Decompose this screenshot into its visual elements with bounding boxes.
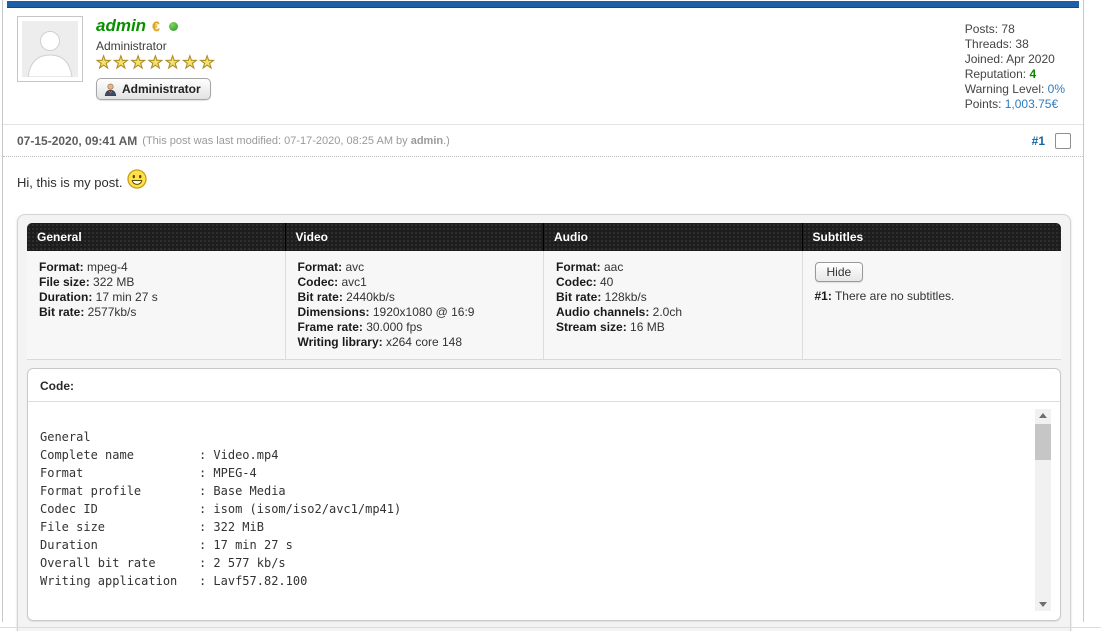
codeblock-body: General Complete name : Video.mp4 Format…: [28, 402, 1060, 620]
coin-euro-icon: €: [152, 16, 160, 36]
username-link[interactable]: admin: [96, 16, 146, 36]
online-status-icon: [169, 22, 178, 31]
mediainfo-row: #1: There are no subtitles.: [815, 289, 1050, 304]
post-select-checkbox[interactable]: [1055, 133, 1071, 149]
mediainfo-cell-audio: Format: aacCodec: 40Bit rate: 128kb/sAud…: [544, 251, 803, 360]
mediainfo-row: Duration: 17 min 27 s: [39, 290, 273, 305]
mediainfo-row: Audio channels: 2.0ch: [556, 305, 790, 320]
codeblock: Code: General Complete name : Video.mp4 …: [27, 368, 1061, 621]
author-stat: Posts: 78: [965, 22, 1065, 37]
mediainfo-cell-video: Format: avcCodec: avc1Bit rate: 2440kb/s…: [286, 251, 545, 360]
author-stat: Joined: Apr 2020: [965, 52, 1065, 67]
mediainfo-cell-subtitles: Hide #1: There are no subtitles.: [803, 251, 1062, 360]
mediainfo-row: Stream size: 16 MB: [556, 320, 790, 335]
mediainfo-row: Format: aac: [556, 260, 790, 275]
post-number-link[interactable]: #1: [1032, 134, 1045, 148]
scroll-up-icon[interactable]: [1035, 409, 1051, 422]
mediainfo-row: Codec: avc1: [298, 275, 532, 290]
code-scrollbar[interactable]: [1035, 409, 1051, 611]
author-stat: Points: 1,003.75€: [965, 97, 1065, 112]
mediainfo-row: Writing library: x264 core 148: [298, 335, 532, 350]
post-author-panel: admin € Administrator ★★★★★★★ Administra…: [3, 8, 1083, 125]
forum-post: admin € Administrator ★★★★★★★ Administra…: [2, 0, 1084, 622]
post-modified-note: (This post was last modified: 07-17-2020…: [142, 135, 450, 147]
mediainfo-cell-general: Format: mpeg-4File size: 322 MBDuration:…: [27, 251, 286, 360]
mediainfo-row: Format: avc: [298, 260, 532, 275]
group-badge: Administrator: [96, 78, 211, 100]
star-icon: ★: [165, 53, 182, 72]
group-badge-label: Administrator: [122, 82, 201, 96]
post-message: Hi, this is my post.: [17, 169, 1071, 196]
mediainfo-table: GeneralVideoAudioSubtitles Format: mpeg-4…: [27, 223, 1061, 360]
admin-person-icon: [104, 83, 117, 96]
mediainfo-row: Dimensions: 1920x1080 @ 16:9: [298, 305, 532, 320]
author-stat: Reputation: 4: [965, 67, 1065, 82]
star-icon: ★: [96, 53, 113, 72]
mediainfo-row: Bit rate: 2440kb/s: [298, 290, 532, 305]
post-date: 07-15-2020, 09:41 AM: [17, 134, 137, 148]
mediainfo-row: File size: 322 MB: [39, 275, 273, 290]
page-bottom-divider: [0, 627, 1101, 628]
mediainfo-panel: GeneralVideoAudioSubtitles Format: mpeg-4…: [17, 214, 1071, 631]
star-icon: ★: [113, 53, 130, 72]
mediainfo-header-video: Video: [286, 223, 545, 251]
codeblock-text: General Complete name : Video.mp4 Format…: [40, 410, 1026, 590]
smile-icon: [127, 169, 147, 196]
post-head: 07-15-2020, 09:41 AM (This post was last…: [3, 125, 1083, 157]
author-stat: Threads: 38: [965, 37, 1065, 52]
mediainfo-header-subtitles: Subtitles: [803, 223, 1062, 251]
user-title: Administrator: [96, 39, 217, 53]
star-icon: ★: [131, 53, 148, 72]
author-stats: Posts: 78Threads: 38Joined: Apr 2020Repu…: [965, 16, 1065, 112]
mediainfo-row: Codec: 40: [556, 275, 790, 290]
star-icon: ★: [182, 53, 199, 72]
scrollbar-thumb[interactable]: [1035, 424, 1051, 460]
scroll-down-icon[interactable]: [1035, 598, 1051, 611]
avatar-silhouette-icon: [22, 21, 78, 77]
post-body: Hi, this is my post. GeneralVideoAudioSu…: [3, 157, 1083, 631]
mediainfo-row: Bit rate: 2577kb/s: [39, 305, 273, 320]
codeblock-title: Code:: [28, 369, 1060, 402]
user-stars: ★★★★★★★: [96, 54, 217, 72]
author-info: admin € Administrator ★★★★★★★ Administra…: [96, 16, 217, 101]
star-icon: ★: [148, 53, 165, 72]
mediainfo-row: Format: mpeg-4: [39, 260, 273, 275]
mediainfo-row: Bit rate: 128kb/s: [556, 290, 790, 305]
hide-subtitles-button[interactable]: Hide: [815, 262, 864, 282]
mediainfo-row: Frame rate: 30.000 fps: [298, 320, 532, 335]
mediainfo-header-general: General: [27, 223, 286, 251]
star-icon: ★: [200, 53, 217, 72]
author-stat: Warning Level: 0%: [965, 82, 1065, 97]
mediainfo-header-audio: Audio: [544, 223, 803, 251]
avatar[interactable]: [17, 16, 83, 82]
category-accent-bar: [7, 1, 1079, 8]
